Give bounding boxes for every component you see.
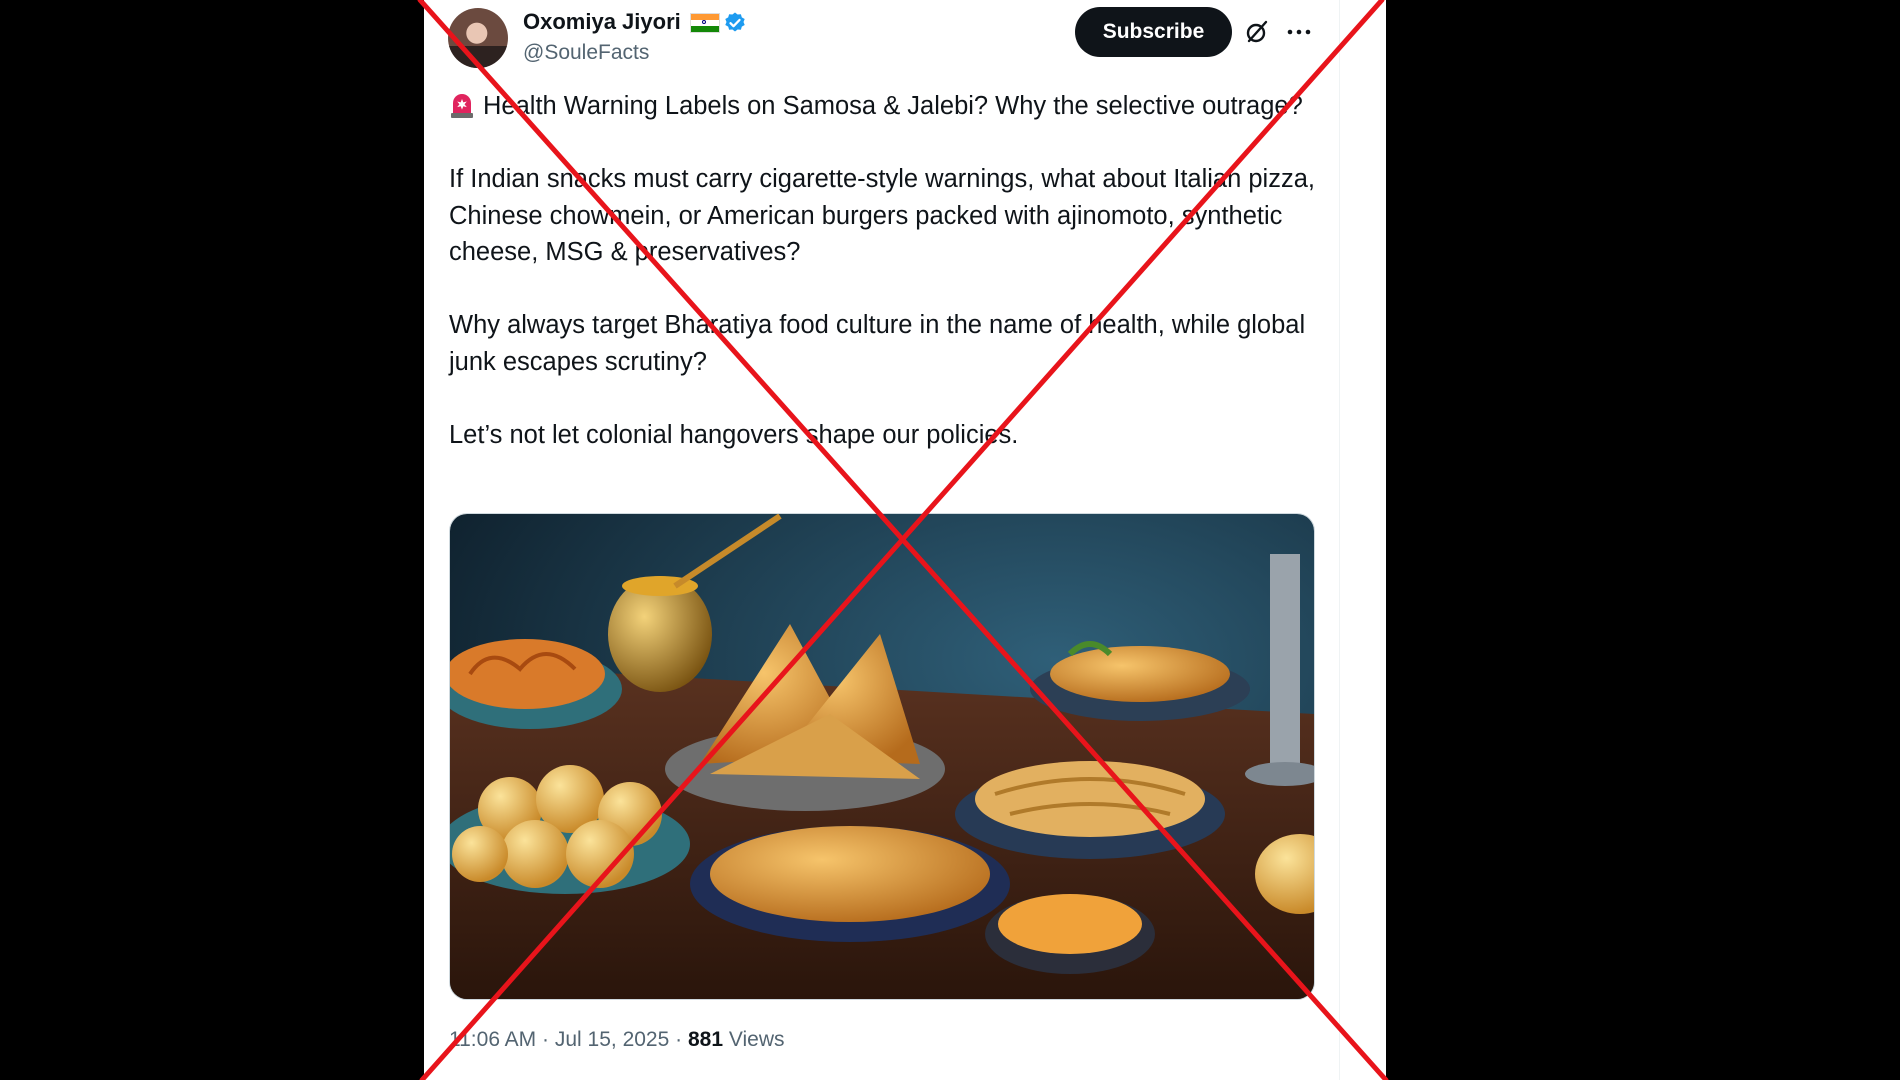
post-paragraph-2: If Indian snacks must carry cigarette-st…: [449, 165, 1315, 266]
author-avatar[interactable]: [448, 8, 508, 68]
post-paragraph-4: Let’s not let colonial hangovers shape o…: [449, 420, 1019, 449]
meta-separator-2: ·: [675, 1028, 683, 1051]
author-handle[interactable]: @SouleFacts: [523, 41, 649, 65]
post-meta: 11:06 AM · Jul 15, 2025 · 881 Views: [449, 1028, 785, 1052]
post-image[interactable]: [449, 513, 1315, 1000]
post-time[interactable]: 11:06 AM: [449, 1028, 536, 1051]
more-icon[interactable]: [1285, 18, 1313, 46]
meta-separator-1: ·: [542, 1028, 550, 1051]
card-divider: [1339, 0, 1340, 1080]
views-count: 881: [687, 1028, 724, 1051]
author-display-name[interactable]: Oxomiya Jiyori: [523, 9, 681, 35]
grok-icon[interactable]: [1244, 19, 1270, 45]
post-paragraph-3: Why always target Bharatiya food culture…: [449, 311, 1306, 376]
post-text: Health Warning Labels on Samosa & Jalebi…: [449, 88, 1329, 490]
siren-icon: [449, 91, 475, 119]
verified-badge-icon[interactable]: [723, 11, 747, 35]
post-paragraph-1: Health Warning Labels on Samosa & Jalebi…: [449, 88, 1329, 125]
india-flag-icon: [690, 13, 720, 33]
post-date[interactable]: Jul 15, 2025: [555, 1028, 669, 1051]
views-label: Views: [728, 1028, 785, 1051]
subscribe-button[interactable]: Subscribe: [1075, 7, 1232, 57]
